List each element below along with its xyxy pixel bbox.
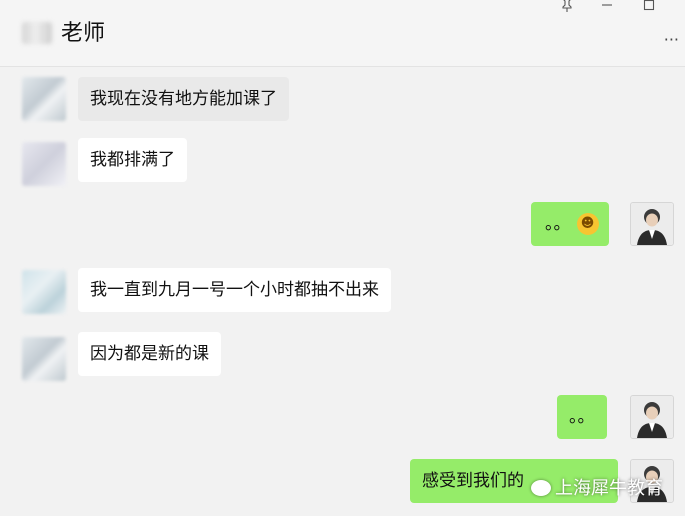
minimize-icon[interactable] <box>596 0 618 16</box>
contact-avatar[interactable] <box>22 142 66 186</box>
blurred-name <box>22 22 52 44</box>
grin-sweat-emoji: ☻ <box>576 213 599 235</box>
contact-avatar[interactable] <box>22 270 66 314</box>
message-bubble[interactable]: 我都排满了 <box>78 138 187 182</box>
maximize-icon[interactable] <box>638 0 660 16</box>
contact-avatar[interactable] <box>22 77 66 121</box>
contact-avatar[interactable] <box>22 337 66 381</box>
message-text: 。。 <box>545 214 571 234</box>
wechat-icon <box>531 480 551 496</box>
message-text: 感受到我们的 <box>422 471 524 491</box>
watermark: 上海犀牛教育 <box>531 474 663 500</box>
watermark-text: 上海犀牛教育 <box>555 478 663 499</box>
message-text: 我现在没有地方能加课了 <box>90 89 277 109</box>
chat-header: 老师 ··· <box>0 0 685 67</box>
user-avatar[interactable] <box>630 202 674 246</box>
chat-title: 老师 <box>61 21 106 46</box>
user-avatar[interactable] <box>630 395 674 439</box>
message-text: 我都排满了 <box>90 150 175 170</box>
message-list[interactable]: 我现在没有地方能加课了 我都排满了 。。 ☻ 我一直到九月一号一个小时都抽不出来 … <box>0 67 685 516</box>
message-bubble[interactable]: 。。 ☻ <box>531 202 609 246</box>
message-text: 因为都是新的课 <box>90 344 209 364</box>
message-bubble[interactable]: 因为都是新的课 <box>78 332 221 376</box>
message-bubble[interactable]: 我一直到九月一号一个小时都抽不出来 <box>78 268 391 312</box>
pin-icon[interactable] <box>556 0 578 16</box>
message-text: 我一直到九月一号一个小时都抽不出来 <box>90 280 379 300</box>
message-text: 。。 <box>569 407 595 427</box>
more-icon[interactable]: ··· <box>664 30 679 49</box>
message-bubble[interactable]: 我现在没有地方能加课了 <box>78 77 289 121</box>
message-bubble[interactable]: 。。 <box>557 395 607 439</box>
